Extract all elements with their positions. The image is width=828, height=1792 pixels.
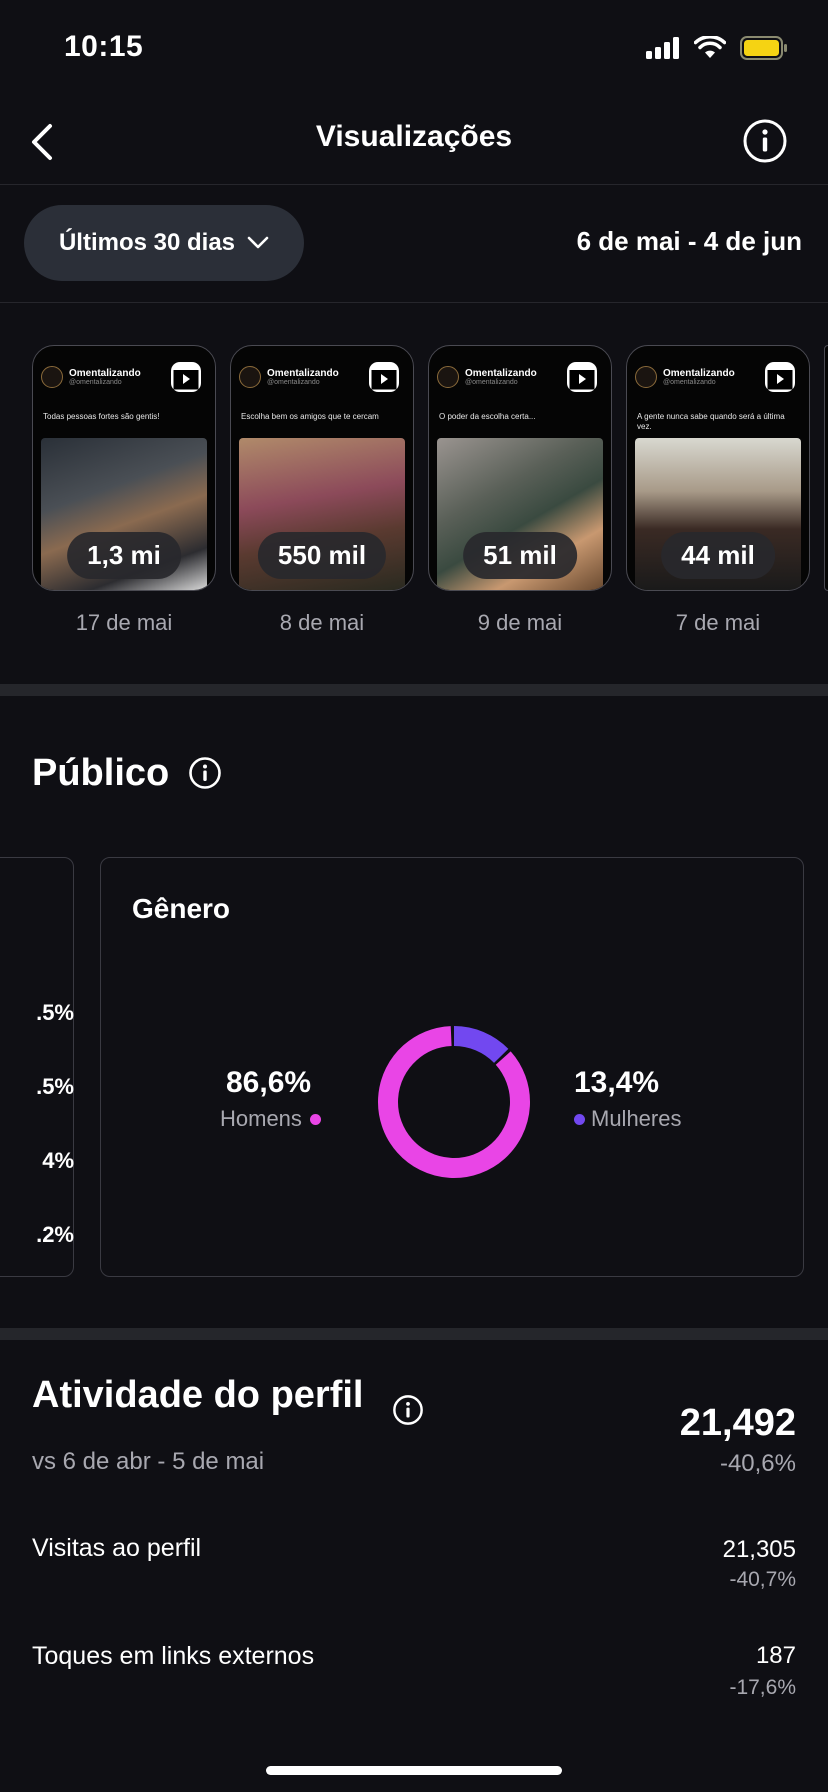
section-divider (0, 1328, 828, 1340)
chevron-down-icon (247, 236, 269, 249)
reel-card[interactable]: Omentalizando @omentalizando O poder da … (428, 345, 612, 591)
reels-icon (567, 362, 597, 392)
avatar (437, 366, 459, 388)
reel-handle: @omentalizando (267, 379, 320, 386)
metric-label-profile-visits: Visitas ao perfil (32, 1534, 202, 1562)
status-icons (646, 36, 788, 60)
metric-delta-link-taps: -17,6% (729, 1676, 796, 1699)
reel-account: Omentalizando (69, 368, 141, 379)
reel-card[interactable]: Omentalizando @omentalizando A gente nun… (626, 345, 810, 591)
gender-title: Gênero (132, 893, 231, 924)
audience-value: .5% (36, 1000, 74, 1025)
activity-title: Atividade do perfil (32, 1374, 364, 1416)
avatar (635, 366, 657, 388)
reel-card[interactable]: Omentalizando @omentalizando Todas pesso… (32, 345, 216, 591)
reel-header: Omentalizando @omentalizando (437, 366, 537, 388)
page-title: Visualizações (315, 120, 513, 153)
divider (0, 184, 828, 185)
reel-account: Omentalizando (465, 368, 537, 379)
men-percentage: 86,6% (226, 1066, 312, 1099)
reel-account: Omentalizando (267, 368, 339, 379)
men-label: Homens (220, 1106, 302, 1131)
home-indicator[interactable] (266, 1766, 562, 1775)
date-range: 6 de mai - 4 de jun (576, 226, 802, 256)
metric-label-link-taps: Toques em links externos (32, 1642, 315, 1670)
metric-delta-profile-visits: -40,7% (729, 1568, 796, 1591)
activity-total: 21,492 (679, 1402, 796, 1444)
reel-caption: Escolha bem os amigos que te cercam (241, 412, 379, 421)
donut-segment-men (378, 1026, 530, 1178)
status-time: 10:15 (64, 30, 144, 63)
reel-caption: Todas pessoas fortes são gentis! (43, 412, 160, 421)
reel-views: 550 mil (257, 532, 387, 579)
activity-info-button[interactable] (392, 1394, 424, 1431)
reel-views: 51 mil (463, 532, 577, 579)
divider (0, 302, 828, 303)
men-legend: Homens (220, 1106, 321, 1132)
avatar (41, 366, 63, 388)
reel-handle: @omentalizando (663, 379, 716, 386)
men-legend-dot (309, 1113, 321, 1125)
women-percentage: 13,4% (574, 1066, 660, 1099)
reel-handle: @omentalizando (69, 379, 122, 386)
activity-total-delta: -40,6% (719, 1450, 796, 1477)
reel-caption: A gente nunca sabe quando será a última … (637, 412, 785, 431)
reel-header: Omentalizando @omentalizando (239, 366, 339, 388)
reel-date: 17 de mai (75, 610, 173, 635)
reel-caption: O poder da escolha certa... (439, 412, 536, 421)
period-dropdown[interactable]: Últimos 30 dias (24, 205, 304, 281)
reel-account: Omentalizando (663, 368, 735, 379)
info-button[interactable] (742, 118, 788, 169)
reel-header: Omentalizando @omentalizando (635, 366, 735, 388)
avatar (239, 366, 261, 388)
cellular-signal-icon (646, 37, 679, 59)
reel-card-partial[interactable] (824, 345, 828, 591)
battery-icon (740, 36, 787, 60)
audience-card-partial[interactable] (0, 857, 74, 1277)
women-legend: Mulheres (574, 1106, 681, 1132)
info-icon (743, 119, 787, 163)
gender-donut-chart (378, 1026, 530, 1178)
reel-date: 9 de mai (477, 610, 563, 635)
reel-date: 7 de mai (675, 610, 761, 635)
reel-views: 1,3 mi (67, 532, 181, 579)
activity-comparison-period: vs 6 de abr - 5 de mai (32, 1448, 265, 1475)
reel-views: 44 mil (661, 532, 775, 579)
period-label: Últimos 30 dias (58, 229, 236, 256)
info-icon (393, 1395, 423, 1425)
audience-value: .2% (36, 1222, 74, 1247)
reels-icon (765, 362, 795, 392)
reels-icon (369, 362, 399, 392)
info-icon (189, 757, 221, 789)
reel-date: 8 de mai (279, 610, 365, 635)
audience-value: .5% (36, 1074, 74, 1099)
reel-handle: @omentalizando (465, 379, 518, 386)
audience-value: 4% (42, 1148, 74, 1173)
audience-info-button[interactable] (188, 756, 222, 795)
audience-title: Público (32, 752, 170, 794)
wifi-icon (694, 36, 726, 58)
section-divider (0, 684, 828, 696)
metric-value-link-taps: 187 (755, 1642, 796, 1669)
reels-icon (171, 362, 201, 392)
reel-card[interactable]: Omentalizando @omentalizando Escolha bem… (230, 345, 414, 591)
reel-header: Omentalizando @omentalizando (41, 366, 141, 388)
women-label: Mulheres (591, 1106, 682, 1131)
women-legend-dot (574, 1113, 585, 1125)
metric-value-profile-visits: 21,305 (722, 1536, 796, 1563)
